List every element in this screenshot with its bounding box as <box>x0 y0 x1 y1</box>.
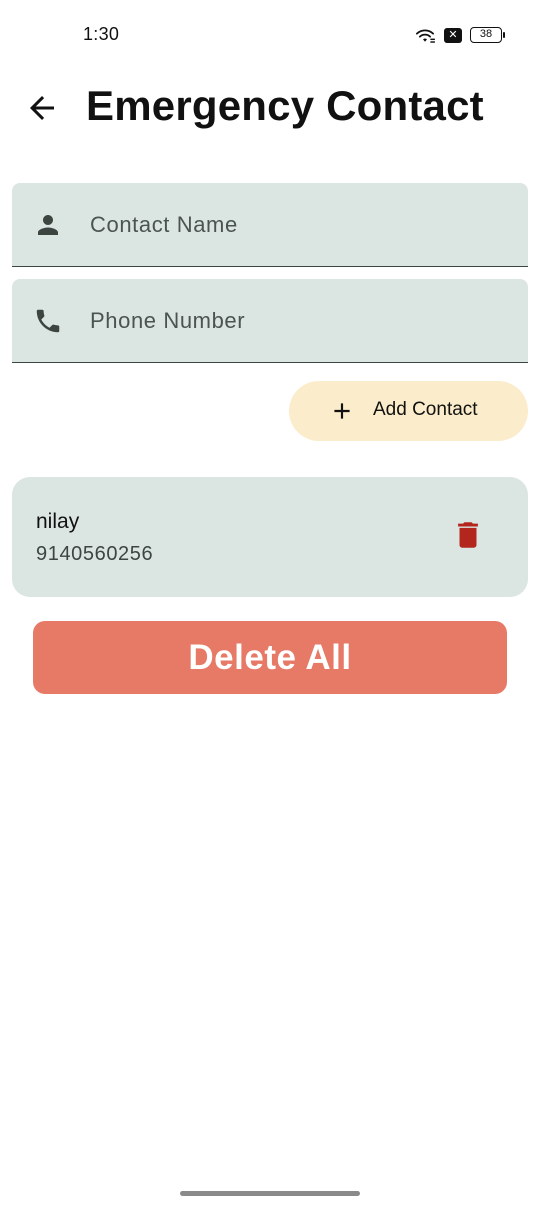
trash-icon <box>458 522 478 548</box>
contact-phone: 9140560256 <box>36 543 154 565</box>
contact-name-field[interactable] <box>12 183 528 267</box>
contact-name: nilay <box>36 510 80 533</box>
phone-icon <box>32 305 64 337</box>
status-bar: 1:30 ✕ 38 <box>0 0 540 70</box>
notification-x-icon: ✕ <box>444 27 462 43</box>
add-contact-button[interactable]: Add Contact <box>289 381 528 441</box>
phone-number-input[interactable] <box>90 279 510 363</box>
contact-card: nilay 9140560256 <box>12 477 528 597</box>
back-button[interactable] <box>22 88 62 128</box>
status-time: 1:30 <box>83 24 120 44</box>
phone-number-field[interactable] <box>12 279 528 363</box>
delete-all-button[interactable]: Delete All <box>33 621 507 694</box>
person-icon <box>32 209 64 241</box>
delete-contact-button[interactable] <box>450 515 486 555</box>
home-indicator[interactable] <box>180 1191 360 1196</box>
app-header: Emergency Contact <box>0 78 540 138</box>
contact-name-input[interactable] <box>90 183 510 267</box>
battery-icon: 38 <box>470 27 505 43</box>
plus-icon <box>334 403 350 419</box>
emergency-contact-screen: 1:30 ✕ 38 Emergency Contact Contact Name… <box>0 0 540 1206</box>
page-title: Emergency Contact <box>86 82 484 129</box>
arrow-back-icon <box>30 96 54 120</box>
status-icons: ✕ 38 <box>414 24 505 46</box>
wifi-icon <box>416 29 435 43</box>
add-contact-label: Add Contact <box>373 399 478 420</box>
